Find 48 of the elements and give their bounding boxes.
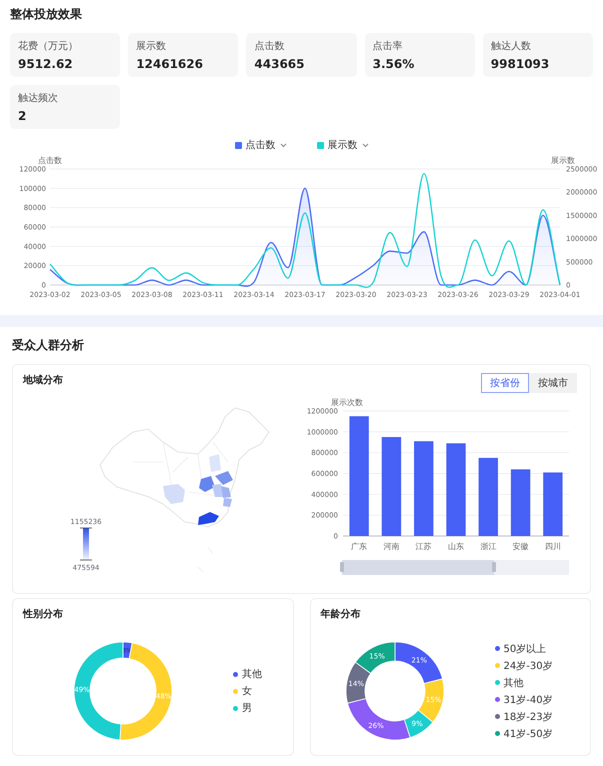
category-label: 安徽 xyxy=(512,542,529,551)
card-title: 性别分布 xyxy=(22,608,64,621)
section-title: 整体投放效果 xyxy=(10,6,83,23)
category-label: 河南 xyxy=(383,542,400,551)
metric-value: 2 xyxy=(18,109,28,123)
legend-swatch xyxy=(316,142,324,148)
metric-label: 点击率 xyxy=(372,40,404,53)
legend-label[interactable]: 女 xyxy=(242,684,252,698)
metric-value: 9981093 xyxy=(490,57,550,71)
metric-value: 3.56% xyxy=(372,57,416,71)
legend-label[interactable]: 50岁以上 xyxy=(504,642,546,656)
category-label: 四川 xyxy=(544,542,561,551)
metric-label: 触达人数 xyxy=(490,40,532,53)
chevron-down-icon[interactable] xyxy=(362,142,368,148)
category-label: 江苏 xyxy=(416,542,432,551)
bar xyxy=(510,469,530,536)
toggle-tab[interactable]: 按城市 xyxy=(529,373,577,393)
zoom-slider[interactable] xyxy=(340,560,569,575)
chevron-down-icon[interactable] xyxy=(280,142,286,148)
metric-label: 展示数 xyxy=(136,40,168,53)
legend-label[interactable]: 24岁-30岁 xyxy=(504,658,553,672)
metric-label: 触达频次 xyxy=(18,92,59,105)
section-title: 受众人群分析 xyxy=(12,337,85,354)
legend-label[interactable]: 展示数 xyxy=(328,138,358,152)
metric-label: 花费（万元） xyxy=(18,40,79,53)
legend-label[interactable]: 41岁-50岁 xyxy=(504,726,553,740)
toggle-tab[interactable]: 按省份 xyxy=(481,373,529,393)
legend-label[interactable]: 其他 xyxy=(242,667,262,681)
axis-title: 展示次数 xyxy=(331,398,363,407)
category-label: 广东 xyxy=(351,542,368,551)
axis-title: 点击数 xyxy=(38,156,62,165)
legend-label[interactable]: 男 xyxy=(242,701,252,715)
axis-title: 展示数 xyxy=(551,156,575,165)
category-label: 浙江 xyxy=(480,542,496,551)
legend-label[interactable]: 31岁-40岁 xyxy=(504,692,553,706)
legend-label[interactable]: 18岁-23岁 xyxy=(504,710,553,724)
metric-value: 12461626 xyxy=(136,57,204,71)
metric-label: 点击数 xyxy=(254,40,286,53)
legend-swatch xyxy=(234,142,242,148)
legend-label[interactable]: 其他 xyxy=(504,676,524,690)
category-label: 山东 xyxy=(448,542,464,551)
color-scale-bar[interactable] xyxy=(80,528,92,560)
bar xyxy=(543,472,563,536)
metric-value: 443665 xyxy=(254,57,306,71)
card-title: 年龄分布 xyxy=(319,608,362,621)
legend-label[interactable]: 点击数 xyxy=(246,138,276,152)
metric-value: 9512.62 xyxy=(18,57,74,71)
card-title: 地域分布 xyxy=(22,374,64,387)
